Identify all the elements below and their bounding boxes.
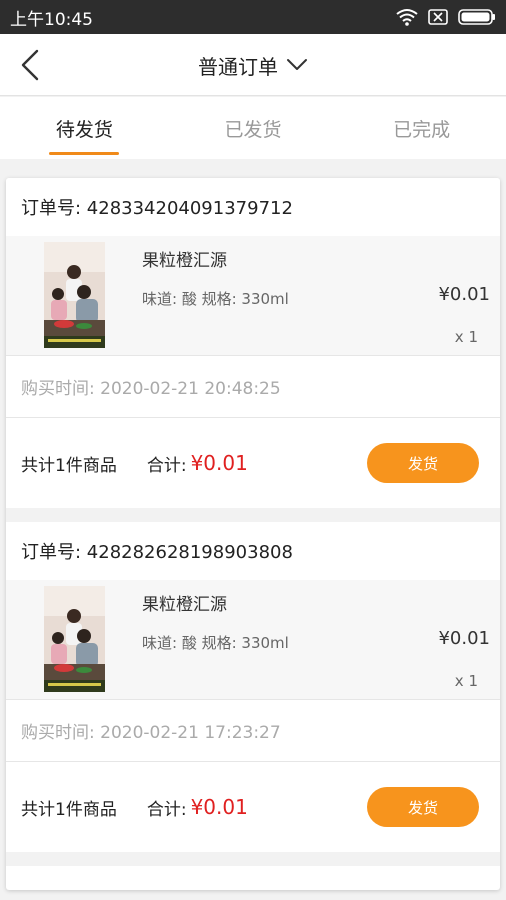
tab-pending-shipment[interactable]: 待发货 xyxy=(0,97,169,159)
wifi-icon xyxy=(396,9,418,26)
tab-shipped[interactable]: 已发货 xyxy=(169,97,338,159)
nav-bar: 普通订单 xyxy=(0,34,506,96)
total-label: 合计: xyxy=(146,799,187,820)
chevron-down-icon xyxy=(287,59,307,70)
ship-button[interactable]: 发货 xyxy=(367,787,479,827)
order-divider xyxy=(6,852,500,866)
order-card: 订单号: 428282628198903808 果粒橙汇源 味道: 酸 规格: … xyxy=(6,522,500,852)
product-row[interactable]: 果粒橙汇源 味道: 酸 规格: 330ml ¥0.01 x 1 xyxy=(6,236,500,356)
product-price: ¥0.01 xyxy=(438,628,490,649)
battery-icon xyxy=(458,9,495,25)
order-summary: 共计1件商品 合计: ¥0.01 发货 xyxy=(6,762,500,852)
total-amount: ¥0.01 xyxy=(190,795,248,819)
order-list[interactable]: 订单号: 428334204091379712 果粒橙汇源 味道: 酸 规格: … xyxy=(6,178,500,890)
order-number: 订单号: 428282628198903808 xyxy=(21,542,293,563)
order-number: 订单号: 428334204091379712 xyxy=(21,198,293,219)
page-title: 普通订单 xyxy=(198,54,278,79)
product-quantity: x 1 xyxy=(454,328,478,346)
product-row[interactable]: 果粒橙汇源 味道: 酸 规格: 330ml ¥0.01 x 1 xyxy=(6,580,500,700)
status-bar: 上午10:45 xyxy=(0,0,506,34)
purchase-time: 购买时间: 2020-02-21 20:48:25 xyxy=(6,356,500,418)
order-summary: 共计1件商品 合计: ¥0.01 发货 xyxy=(6,418,500,508)
status-icons xyxy=(396,8,496,26)
ship-button[interactable]: 发货 xyxy=(367,443,479,483)
product-spec: 味道: 酸 规格: 330ml xyxy=(142,290,289,308)
product-spec: 味道: 酸 规格: 330ml xyxy=(142,634,289,652)
product-quantity: x 1 xyxy=(454,672,478,690)
order-card: 订单号: 428334204091379712 果粒橙汇源 味道: 酸 规格: … xyxy=(6,178,500,508)
product-price: ¥0.01 xyxy=(438,284,490,305)
total-amount: ¥0.01 xyxy=(190,451,248,475)
purchase-time: 购买时间: 2020-02-21 17:23:27 xyxy=(6,700,500,762)
product-name: 果粒橙汇源 xyxy=(142,595,227,615)
product-thumbnail xyxy=(44,242,105,348)
order-type-dropdown[interactable]: 普通订单 xyxy=(0,34,506,96)
item-count: 共计1件商品 xyxy=(21,799,117,820)
status-time: 上午10:45 xyxy=(10,9,93,30)
item-count: 共计1件商品 xyxy=(21,455,117,476)
product-name: 果粒橙汇源 xyxy=(142,251,227,271)
tab-completed[interactable]: 已完成 xyxy=(337,97,506,159)
product-thumbnail xyxy=(44,586,105,692)
order-divider xyxy=(6,508,500,522)
sim-x-icon xyxy=(428,9,448,25)
total-label: 合计: xyxy=(146,455,187,476)
order-status-tabs: 待发货 已发货 已完成 xyxy=(0,97,506,159)
